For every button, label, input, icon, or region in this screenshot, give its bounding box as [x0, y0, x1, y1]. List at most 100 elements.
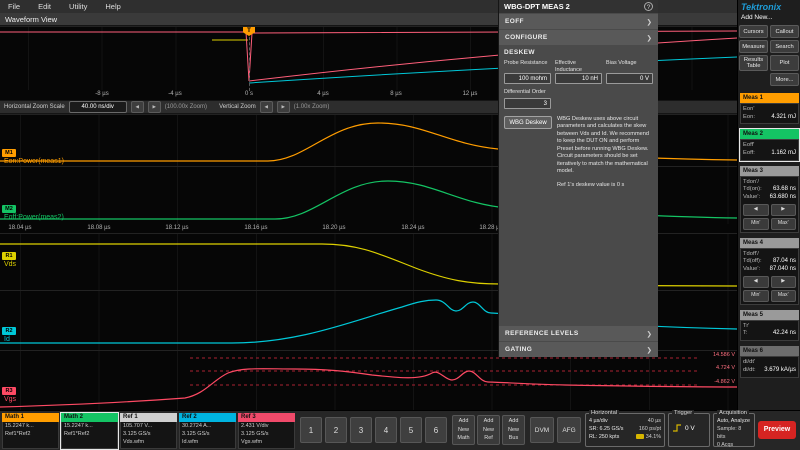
vzoom-step-right-button[interactable]: ▶: [276, 101, 290, 113]
add-new-ref-button[interactable]: Add New Ref: [477, 415, 500, 445]
meas3-next-button[interactable]: ▶: [770, 203, 796, 216]
zoom-step-left-button[interactable]: ◀: [130, 101, 144, 113]
preview-button[interactable]: Preview: [758, 421, 796, 439]
meas3-max-button[interactable]: Max': [770, 217, 796, 230]
add-new-menu[interactable]: Add New...: [738, 12, 800, 23]
plot-button[interactable]: Plot: [770, 55, 799, 71]
ref3-badge[interactable]: Ref 3 2.431 V/div 3.125 GS/s Vgs.wfm: [238, 413, 295, 449]
eoff-trace-label: Eoff:Power(meas2): [4, 214, 64, 221]
meas5-header: Meas 5: [740, 309, 799, 320]
channel-4-button[interactable]: 4: [375, 417, 397, 443]
panel-title-bar[interactable]: WBG-DPT MEAS 2 ?: [499, 0, 658, 13]
horizontal-scale: 4 µs/div: [589, 418, 608, 424]
channel-6-button[interactable]: 6: [425, 417, 447, 443]
add-new-math-l1: Add: [458, 418, 469, 424]
meas6-badge[interactable]: Meas 6 di/dt' di/dt: 3.679 kA/µs: [740, 346, 799, 378]
chevron-right-icon: ❯: [646, 330, 652, 338]
ref1-badge[interactable]: Ref 1 105.707 V... 3.125 GS/s Vds.wfm: [120, 413, 177, 449]
memory-usage: 34.1%: [635, 433, 661, 441]
trigger-panel[interactable]: Trigger 0 V: [668, 410, 710, 447]
bias-voltage-input[interactable]: 0 V: [606, 73, 653, 84]
acquisition-count: 0 Acqs: [717, 442, 734, 449]
accordion-gating[interactable]: GATING ❯: [499, 342, 658, 357]
help-icon[interactable]: ?: [644, 2, 653, 11]
add-new-math-button[interactable]: Add New Math: [452, 415, 475, 445]
meas3-prev-button[interactable]: ◀: [743, 203, 769, 216]
add-new-bus-button[interactable]: Add New Bus: [502, 415, 525, 445]
meas4-min-button[interactable]: Min': [743, 289, 769, 302]
menu-edit[interactable]: Edit: [38, 2, 51, 11]
accordion-configure[interactable]: CONFIGURE ❯: [499, 30, 658, 45]
menu-utility[interactable]: Utility: [69, 2, 87, 11]
tektronix-logo: Tektronix: [741, 2, 782, 12]
ref1-name: Ref 1: [120, 413, 177, 422]
meas1-badge[interactable]: Meas 1 Eon' Eon: 4.321 mJ: [740, 93, 799, 125]
meas4-prev-button[interactable]: ◀: [743, 275, 769, 288]
measure-button[interactable]: Measure: [739, 40, 768, 53]
trigger-level-value: 0 V: [685, 424, 695, 432]
sample-rate: SR: 6.25 GS/s: [589, 426, 624, 433]
overview-vds-trace: [248, 37, 737, 82]
ref3-rate: 3.125 GS/s: [241, 430, 269, 437]
vertical-zoom-factor: (1.00x Zoom): [293, 104, 330, 110]
meas3-badge[interactable]: Meas 3 Tdon'/ Td(on): 63.68 ns Value': 6…: [740, 165, 799, 233]
horizontal-panel[interactable]: Horizontal 4 µs/div 40 µs SR: 6.25 GS/s …: [585, 410, 665, 447]
channel-1-button[interactable]: 1: [300, 417, 322, 443]
ref2-badge[interactable]: Ref 2 30.2724 A... 3.125 GS/s Id.wfm: [179, 413, 236, 449]
ref3-handle[interactable]: R3: [2, 387, 16, 395]
math2-badge[interactable]: Math 2 15.2247 k... Ref1*Ref2: [60, 412, 119, 450]
zoom-step-right-button[interactable]: ▶: [147, 101, 161, 113]
afg-button[interactable]: AFG: [557, 417, 581, 443]
menu-help[interactable]: Help: [105, 2, 120, 11]
math1-handle[interactable]: M1: [2, 149, 16, 157]
meas4-badge[interactable]: Meas 4 Tdoff'/ Td(off): 87.04 ns Value':…: [740, 237, 799, 305]
accordion-reference-levels[interactable]: REFERENCE LEVELS ❯: [499, 326, 658, 341]
math2-scale: 15.2247 k...: [64, 423, 93, 429]
chevron-right-icon: ❯: [646, 18, 652, 26]
meas2-badge[interactable]: Meas 2 Eoff' Eoff: 1.162 mJ: [739, 128, 800, 162]
waveform-view-label: Waveform View: [5, 14, 58, 24]
meas4-next-button[interactable]: ▶: [770, 275, 796, 288]
ref2-handle[interactable]: R2: [2, 327, 16, 335]
meas4-value: 87.04 ns: [772, 258, 796, 265]
differential-order-input[interactable]: 3: [504, 97, 551, 109]
meas4-max-button[interactable]: Max': [770, 289, 796, 302]
deskew-note: Ref 1's deskew value is 0 s: [557, 181, 625, 188]
math1-badge[interactable]: Math 1 15.2247 k... Ref1*Ref2: [2, 413, 59, 449]
more-button[interactable]: More...: [770, 73, 799, 86]
callout-button[interactable]: Callout: [770, 25, 799, 38]
meas4-header: Meas 4: [740, 237, 799, 248]
effective-inductance-label: Effective Inductance: [555, 60, 582, 73]
meas6-label: di/dt:: [743, 366, 756, 373]
channel-5-button[interactable]: 5: [400, 417, 422, 443]
meas2-header: Meas 2: [740, 129, 799, 140]
deskew-info-text: WBG Deskew uses above circuit parameters…: [557, 115, 649, 175]
results-table-button[interactable]: Results Table: [739, 55, 768, 71]
meas5-badge[interactable]: Meas 5 Tr' T: 42.24 ns: [740, 309, 799, 342]
axis-label: -4 µs: [168, 91, 182, 97]
ref2-rate: 3.125 GS/s: [182, 430, 210, 437]
probe-resistance-input[interactable]: 100 mohm: [504, 73, 551, 84]
meas3-value: 63.68 ns: [772, 186, 796, 193]
meas3-min-button[interactable]: Min': [743, 217, 769, 230]
channel-2-button[interactable]: 2: [325, 417, 347, 443]
math2-handle[interactable]: M2: [2, 205, 16, 213]
cursors-button[interactable]: Cursors: [739, 25, 768, 38]
right-sidebar: Tektronix Add New... Cursors Callout Mea…: [737, 0, 800, 410]
channel-3-button[interactable]: 3: [350, 417, 372, 443]
horizontal-zoom-scale-input[interactable]: 40.00 ns/div: [68, 101, 127, 113]
memory-usage-value: 34.1%: [645, 434, 661, 441]
effective-inductance-input[interactable]: 10 nH: [555, 73, 602, 84]
acquisition-panel[interactable]: Acquisition Auto, Analyze Sample: 8 bits…: [713, 410, 755, 449]
dvm-button[interactable]: DVM: [530, 417, 554, 443]
search-button[interactable]: Search: [770, 40, 799, 53]
accordion-eoff[interactable]: EOFF ❯: [499, 14, 658, 29]
ref1-file: Vds.wfm: [123, 438, 145, 445]
wbg-deskew-button[interactable]: WBG Deskew: [504, 115, 552, 129]
menu-file[interactable]: File: [8, 2, 20, 11]
meas6-header: Meas 6: [740, 346, 799, 357]
meas5-title: Tr': [743, 322, 750, 329]
ref1-rate: 3.125 GS/s: [123, 430, 151, 437]
vzoom-step-left-button[interactable]: ◀: [259, 101, 273, 113]
ref1-handle[interactable]: R1: [2, 252, 16, 260]
